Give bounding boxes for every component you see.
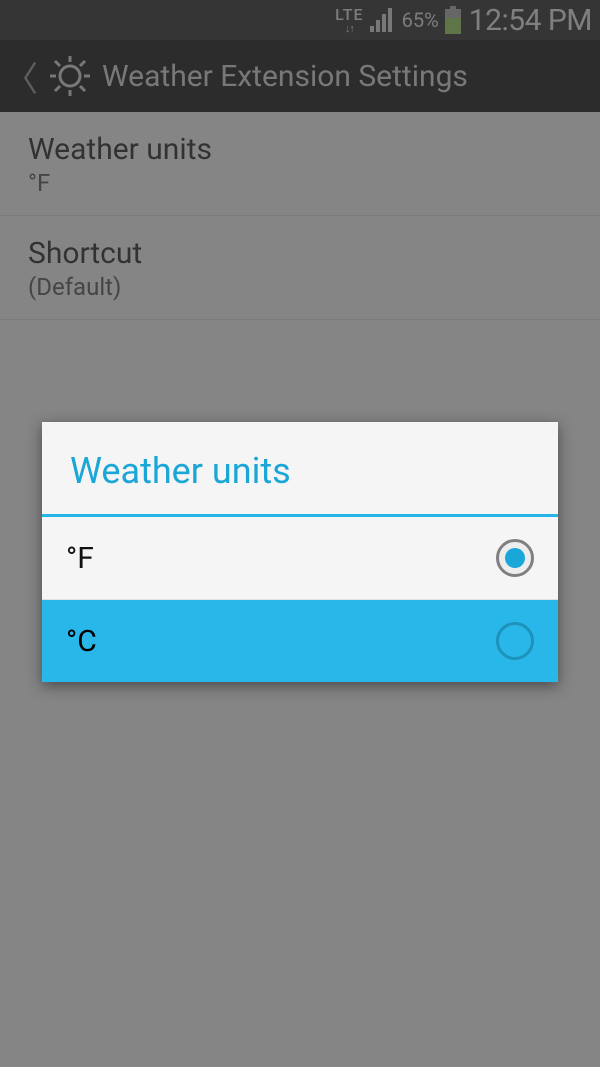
dialog-title: Weather units [42, 422, 558, 517]
option-celsius[interactable]: °C [42, 600, 558, 682]
option-label: °F [66, 541, 94, 576]
weather-units-dialog: Weather units °F °C [42, 422, 558, 682]
option-fahrenheit[interactable]: °F [42, 517, 558, 600]
radio-icon [496, 539, 534, 577]
option-label: °C [66, 624, 97, 659]
radio-icon [496, 622, 534, 660]
